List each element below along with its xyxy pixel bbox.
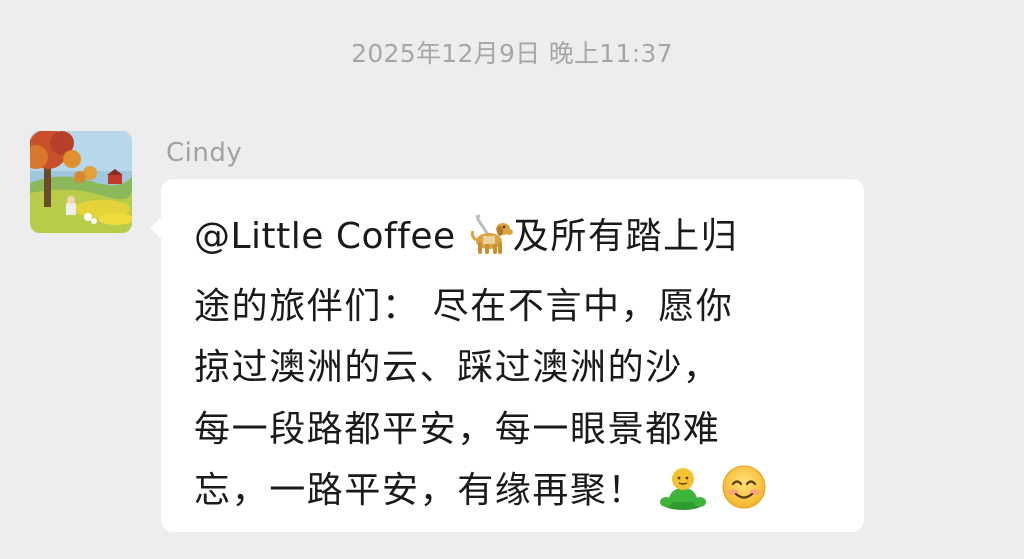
mention-link[interactable]: @Little Coffee: [194, 216, 456, 257]
message-line-4: 每一段路都平安，每一眼景都难: [194, 408, 721, 450]
chat-view: 2025年12月9日 晚上11:37 Cindy @Little Coffee …: [0, 0, 1024, 559]
autumn-landscape-avatar-icon: [30, 131, 132, 233]
message-bubble[interactable]: @Little Coffee 及所有踏上归 途的旅伴们： 尽在不言中，愿你 掠过…: [150, 179, 864, 532]
bubble-tail: [150, 217, 162, 239]
message-text: @Little Coffee 及所有踏上归 途的旅伴们： 尽在不言中，愿你 掠过…: [194, 206, 814, 530]
sender-name: Cindy: [166, 138, 243, 168]
sender-avatar[interactable]: [30, 131, 132, 233]
green-person-sticker-icon: [658, 466, 708, 530]
smiling-face-icon: [721, 464, 767, 530]
guide-dog-icon: [469, 214, 513, 276]
message-line-5: 忘，一路平安，有缘再聚！: [194, 470, 646, 511]
message-line-3: 掠过澳洲的云、踩过澳洲的沙，: [194, 347, 721, 388]
message-line-1-rest: 及所有踏上归: [512, 216, 739, 257]
message-line-2: 途的旅伴们： 尽在不言中，愿你: [194, 285, 734, 327]
message-timestamp: 2025年12月9日 晚上11:37: [351, 39, 673, 68]
